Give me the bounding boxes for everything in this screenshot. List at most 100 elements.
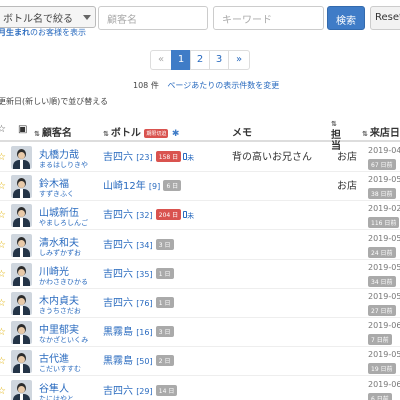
star-icon[interactable]: ☆ [0,327,6,338]
avatar[interactable] [11,350,32,374]
avatar[interactable] [11,175,32,199]
table-row[interactable]: ☆ 清水和夫しみずかずお 吉四六 [34] 3 日 2019-05-2 24 日前 [0,231,400,260]
column-name[interactable]: ⇅ 顧客名 [34,124,72,139]
customer-name[interactable]: 丸橋力哉 [39,146,79,161]
sort-icon: ⇅ [331,120,337,128]
avatar[interactable] [11,292,32,315]
star-icon[interactable]: ☆ [0,240,6,251]
star-icon[interactable]: ☆ [0,181,6,192]
bottle-name: 吉四六 [103,385,133,397]
avatar[interactable] [11,146,32,169]
customer-kana: すずきふく [39,190,74,199]
days-ago-badge: 38 日前 [368,188,396,200]
bottle-cell[interactable]: 黒霧島 [16] 3 日 [103,323,174,338]
bottle-cell[interactable]: 吉四六 [34] 3 日 [103,236,174,251]
star-icon[interactable]: ☆ [0,210,6,221]
days-ago-badge: 67 日前 [368,159,396,170]
customer-name[interactable]: 清水和夫 [39,234,79,249]
bottle-count: [16] [136,328,153,338]
days-ago-badge: 27 日前 [368,305,396,316]
table-row[interactable]: ☆ 古代進こだいすすむ 黒霧島 [50] 2 日 2019-05-3 19 日前 [0,347,400,377]
customer-name[interactable]: 山城新伍 [39,204,79,219]
pagination-next[interactable]: » [228,50,250,70]
pagination-prev[interactable]: « [150,50,172,70]
avatar[interactable] [11,262,32,286]
avatar[interactable] [11,233,32,257]
bottle-days-badge: 6 日 [163,180,182,192]
avatar[interactable] [11,204,32,228]
column-visit-date[interactable]: ⇅ 来店日 [362,124,400,139]
sort-icon: ⇅ [34,130,40,138]
customer-kana: こだいすすむ [39,365,81,374]
star-icon[interactable]: ☆ [0,386,6,397]
bottle-cell[interactable]: 吉四六 [29] 14 日 [103,382,178,397]
visit-date: 2019-04-1 [368,146,400,155]
result-count: 108 件 [133,81,159,90]
customer-kana: まるはしりきや [39,161,88,169]
bottle-filter-select[interactable]: ボトル名で絞る [0,6,96,28]
table-row[interactable]: ☆ 川崎光かわさきひかる 吉四六 [35] 1 日 2019-05-1 34 日前 [0,260,400,289]
bottle-cell[interactable]: 吉四六 [76] 1 日 [103,294,174,309]
visit-date: 2019-05-1 [368,262,400,272]
customer-kana: しみずかずお [39,248,81,257]
bottle-name: 吉四六 [103,152,133,163]
days-ago-badge: 19 日前 [368,363,396,375]
star-icon[interactable]: ☆ [0,356,6,367]
customer-name[interactable]: 木内貞夫 [39,292,79,307]
bottle-cell[interactable]: 黒霧島 [50] 2 日 [103,352,174,367]
customer-name[interactable]: 鈴木福 [39,175,69,190]
birthday-filter-link[interactable]: 月生まれのお客様を表示 [0,27,86,38]
bottle-count: [50] [136,357,153,367]
bottle-days-badge: 1 日 [155,297,174,308]
table-row[interactable]: ☆ 谷隼人たにはやと 吉四六 [29] 14 日 2019-06-1 6 日前 [0,377,400,400]
visit-date: 2019-05-2 [368,292,400,301]
customer-name[interactable]: 川崎光 [39,263,69,278]
table-row[interactable]: ☆ 木内貞夫きうちさだお 吉四六 [76] 1 日 2019-05-2 27 日前 [0,289,400,318]
days-ago-badge: 6 日前 [368,392,392,400]
pagination-page[interactable]: 2 [190,50,210,70]
keyword-input[interactable]: キーワード [213,6,324,30]
star-icon[interactable]: ☆ [0,298,6,309]
customer-name[interactable]: 古代進 [39,350,69,365]
bottle-name: 山崎12年 [103,181,146,193]
column-bottle[interactable]: ⇅ ボトル 期限切迫 ✱ [103,124,179,139]
days-ago-badge: 116 日前 [368,217,400,229]
avatar[interactable] [11,379,32,400]
star-icon[interactable]: ☆ [0,152,6,163]
bottle-days-badge: 2 日 [155,355,174,367]
star-icon[interactable]: ☆ [0,269,6,280]
column-tanto-label-1: 担 [331,130,341,141]
bottle-count: [35] [136,269,153,279]
pagination-page[interactable]: 1 [171,50,191,70]
pagination-page[interactable]: 3 [209,50,229,70]
customer-name[interactable]: 中里郁実 [39,321,79,336]
reset-button[interactable]: Reset [370,6,400,30]
customer-name-input[interactable]: 顧客名 [98,6,208,30]
per-page-link[interactable]: ページあたりの表示件数を変更 [167,81,279,90]
table-row[interactable]: ☆ 中里郁実なかざといくみ 黒霧島 [16] 3 日 2019-06-1 7 日前 [0,318,400,348]
avatar[interactable] [11,321,32,345]
chevron-down-icon [83,15,91,20]
sort-by-updated-link[interactable]: 更新日(新しい順)で並び替える [0,96,108,107]
customer-kana: たにはやと [39,394,74,400]
visit-date: 2019-02-2 [368,204,400,214]
bottle-name: 吉四六 [103,210,133,222]
table-row[interactable]: ☆ 丸橋力哉 まるはしりきや 吉四六 [23] 158 日未 背の高いお兄さん お店 201… [0,143,400,172]
gear-icon[interactable]: ✱ [172,129,180,139]
bottle-filter-label: ボトル名で絞る [3,14,73,25]
bottle-cell[interactable]: 吉四六 [35] 1 日 [103,265,174,280]
bottle-cell[interactable]: 吉四六 [23] 158 日未 [103,148,194,163]
column-visit-label: 来店日 [369,128,400,139]
days-ago-badge: 7 日前 [368,334,392,346]
bottle-cell[interactable]: 山崎12年 [9] 6 日 [103,177,182,193]
bottle-name: 吉四六 [103,239,133,251]
column-name-label: 顧客名 [41,128,72,139]
bottle-cell[interactable]: 吉四六 [32] 204 日未 [103,206,194,221]
customer-kana: やましろしんご [39,219,88,228]
table-row[interactable]: ☆ 鈴木福すずきふく 山崎12年 [9] 6 日 お店 2019-05-1 38 日前 [0,172,400,202]
table-row[interactable]: ☆ 山城新伍やましろしんご 吉四六 [32] 204 日未 2019-02-2 116 … [0,201,400,231]
bottle-count: [76] [136,299,153,308]
visit-date: 2019-05-1 [368,175,400,185]
search-button[interactable]: 検索 [327,6,365,30]
customer-name[interactable]: 谷隼人 [39,380,69,395]
